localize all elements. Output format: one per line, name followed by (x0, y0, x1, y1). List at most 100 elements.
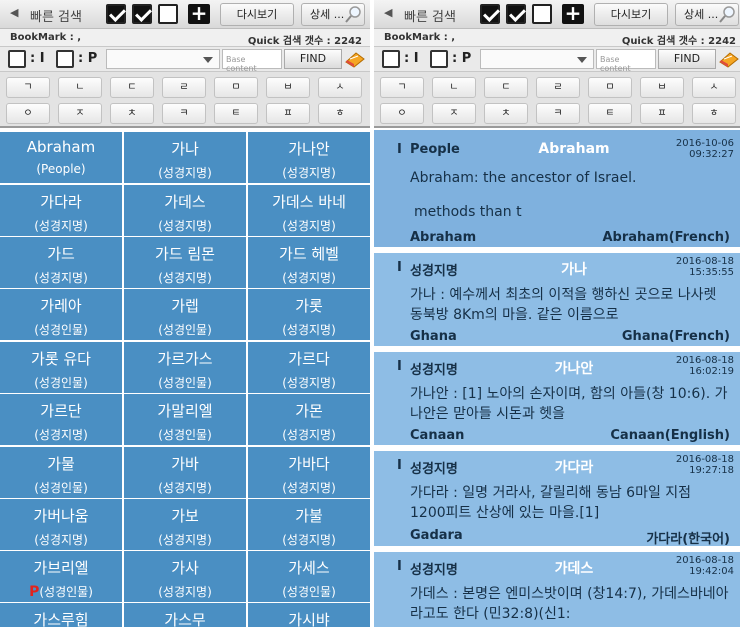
key-row2-2[interactable]: ㅈ (432, 103, 476, 124)
search-input[interactable]: Base content (222, 49, 282, 73)
key-row1-3[interactable]: ㄷ (484, 77, 528, 98)
key-row1-2[interactable]: ㄴ (58, 77, 102, 98)
toolbar-checkbox-3[interactable] (158, 4, 178, 24)
book-icon[interactable] (718, 50, 740, 68)
grid-cell-category: (성경지명) (282, 533, 336, 547)
search-input[interactable]: Base content (596, 49, 656, 73)
grid-cell[interactable]: 가보 (성경지명) (124, 499, 246, 550)
grid-cell-category: (성경지명) (158, 271, 212, 285)
key-row2-6[interactable]: ㅍ (266, 103, 310, 124)
grid-cell[interactable]: 가르다 (성경지명) (248, 342, 370, 393)
key-row1-2[interactable]: ㄴ (432, 77, 476, 98)
key-row1-7[interactable]: ㅅ (692, 77, 736, 98)
entry-name: 가다라 (554, 460, 594, 476)
add-icon[interactable]: + (562, 3, 584, 24)
key-row2-4[interactable]: ㅋ (162, 103, 206, 124)
grid-cell[interactable]: 가브리엘 P(성경인물) (0, 551, 122, 602)
grid-cell-category: (성경인물) (282, 585, 336, 599)
key-row1-1[interactable]: ㄱ (380, 77, 424, 98)
key-row1-6[interactable]: ㅂ (640, 77, 684, 98)
grid-cell[interactable]: 가세스 (성경인물) (248, 551, 370, 602)
grid-cell[interactable]: 가스무 (124, 603, 246, 627)
list-item[interactable]: I 성경지명 가나 2016-08-18 15:35:55 가나 : 예수께서 최… (374, 249, 740, 346)
key-row2-1[interactable]: ㅇ (380, 103, 424, 124)
grid-cell[interactable]: 가불 (성경지명) (248, 499, 370, 550)
toolbar-checkbox-1[interactable] (106, 4, 126, 24)
key-row1-4[interactable]: ㄹ (536, 77, 580, 98)
key-row2-5[interactable]: ㅌ (214, 103, 258, 124)
search-icon[interactable] (719, 5, 737, 23)
review-button[interactable]: 다시보기 (220, 3, 294, 26)
key-row2-5[interactable]: ㅌ (588, 103, 632, 124)
toolbar-checkbox-3[interactable] (532, 4, 552, 24)
entry-separator (374, 249, 740, 253)
key-row2-3[interactable]: ㅊ (484, 103, 528, 124)
grid-cell[interactable]: 가바다 (성경지명) (248, 447, 370, 498)
entry-french: 가다라(한국어) (646, 532, 730, 547)
grid-cell[interactable]: 가레아 (성경인물) (0, 289, 122, 340)
list-item[interactable]: I 성경지명 가데스 2016-08-18 19:42:04 가데스 : 본명은 … (374, 548, 740, 627)
key-row1-6[interactable]: ㅂ (266, 77, 310, 98)
grid-cell[interactable]: 가나 (성경지명) (124, 132, 246, 183)
i-checkbox[interactable] (8, 50, 26, 68)
book-icon[interactable] (344, 50, 366, 68)
key-row1-1[interactable]: ㄱ (6, 77, 50, 98)
i-checkbox[interactable] (382, 50, 400, 68)
entry-name: 가데스 (554, 561, 594, 577)
back-arrow-icon[interactable]: ◀ (10, 6, 18, 19)
grid-cell[interactable]: 가드 림몬 (성경지명) (124, 237, 246, 288)
p-checkbox[interactable] (430, 50, 448, 68)
grid-cell[interactable]: 가데스 바네 (성경지명) (248, 185, 370, 236)
grid-cell[interactable]: 가물 (성경인물) (0, 447, 122, 498)
grid-cell[interactable]: 가사 (성경지명) (124, 551, 246, 602)
grid-cell[interactable]: 가몬 (성경지명) (248, 394, 370, 445)
key-row1-5[interactable]: ㅁ (214, 77, 258, 98)
find-button[interactable]: FIND (284, 49, 342, 69)
grid-cell-name: 가렙 (171, 297, 199, 315)
grid-cell[interactable]: 가나안 (성경지명) (248, 132, 370, 183)
key-row2-7[interactable]: ㅎ (692, 103, 736, 124)
list-item[interactable]: I 성경지명 가나안 2016-08-18 16:02:19 가나안 : [1] … (374, 348, 740, 445)
category-dropdown[interactable] (480, 49, 594, 69)
grid-cell[interactable]: 가르가스 (성경인물) (124, 342, 246, 393)
grid-cell[interactable]: 가렙 (성경인물) (124, 289, 246, 340)
bookmark-label: BookMark : , (384, 32, 456, 43)
p-checkbox[interactable] (56, 50, 74, 68)
key-row2-4[interactable]: ㅋ (536, 103, 580, 124)
search-icon[interactable] (345, 5, 363, 23)
list-item[interactable]: I 성경지명 가다라 2016-08-18 19:27:18 가다라 : 일명 거… (374, 447, 740, 547)
key-row1-4[interactable]: ㄹ (162, 77, 206, 98)
grid-cell[interactable]: 가데스 (성경지명) (124, 185, 246, 236)
grid-cell[interactable]: 가르단 (성경지명) (0, 394, 122, 445)
grid-cell[interactable]: 가버나움 (성경지명) (0, 499, 122, 550)
grid-cell[interactable]: 가바 (성경지명) (124, 447, 246, 498)
grid-cell[interactable]: 가드 헤벨 (성경지명) (248, 237, 370, 288)
key-row2-2[interactable]: ㅈ (58, 103, 102, 124)
add-icon[interactable]: + (188, 3, 210, 24)
back-arrow-icon[interactable]: ◀ (384, 6, 392, 19)
toolbar-checkbox-1[interactable] (480, 4, 500, 24)
grid-cell-category: (성경인물) (158, 376, 212, 390)
entry-category: 성경지명 (410, 462, 458, 477)
key-row2-6[interactable]: ㅍ (640, 103, 684, 124)
grid-cell[interactable]: 가말리엘 (성경인물) (124, 394, 246, 445)
grid-cell[interactable]: Abraham (People) (0, 132, 122, 183)
toolbar-checkbox-2[interactable] (506, 4, 526, 24)
category-dropdown[interactable] (106, 49, 220, 69)
key-row2-3[interactable]: ㅊ (110, 103, 154, 124)
grid-cell[interactable]: 가드 (성경지명) (0, 237, 122, 288)
key-row1-5[interactable]: ㅁ (588, 77, 632, 98)
key-row1-7[interactable]: ㅅ (318, 77, 362, 98)
grid-cell[interactable]: 가롯 유다 (성경인물) (0, 342, 122, 393)
key-row2-1[interactable]: ㅇ (6, 103, 50, 124)
grid-cell[interactable]: 가다라 (성경지명) (0, 185, 122, 236)
key-row1-3[interactable]: ㄷ (110, 77, 154, 98)
review-button[interactable]: 다시보기 (594, 3, 668, 26)
grid-cell[interactable]: 가롯 (성경지명) (248, 289, 370, 340)
key-row2-7[interactable]: ㅎ (318, 103, 362, 124)
grid-cell[interactable]: 가스루힘 (0, 603, 122, 627)
find-button[interactable]: FIND (658, 49, 716, 69)
list-item[interactable]: I People Abraham 2016-10-06 09:32:27 Abra… (374, 130, 740, 247)
grid-cell[interactable]: 가시뱌 (248, 603, 370, 627)
toolbar-checkbox-2[interactable] (132, 4, 152, 24)
